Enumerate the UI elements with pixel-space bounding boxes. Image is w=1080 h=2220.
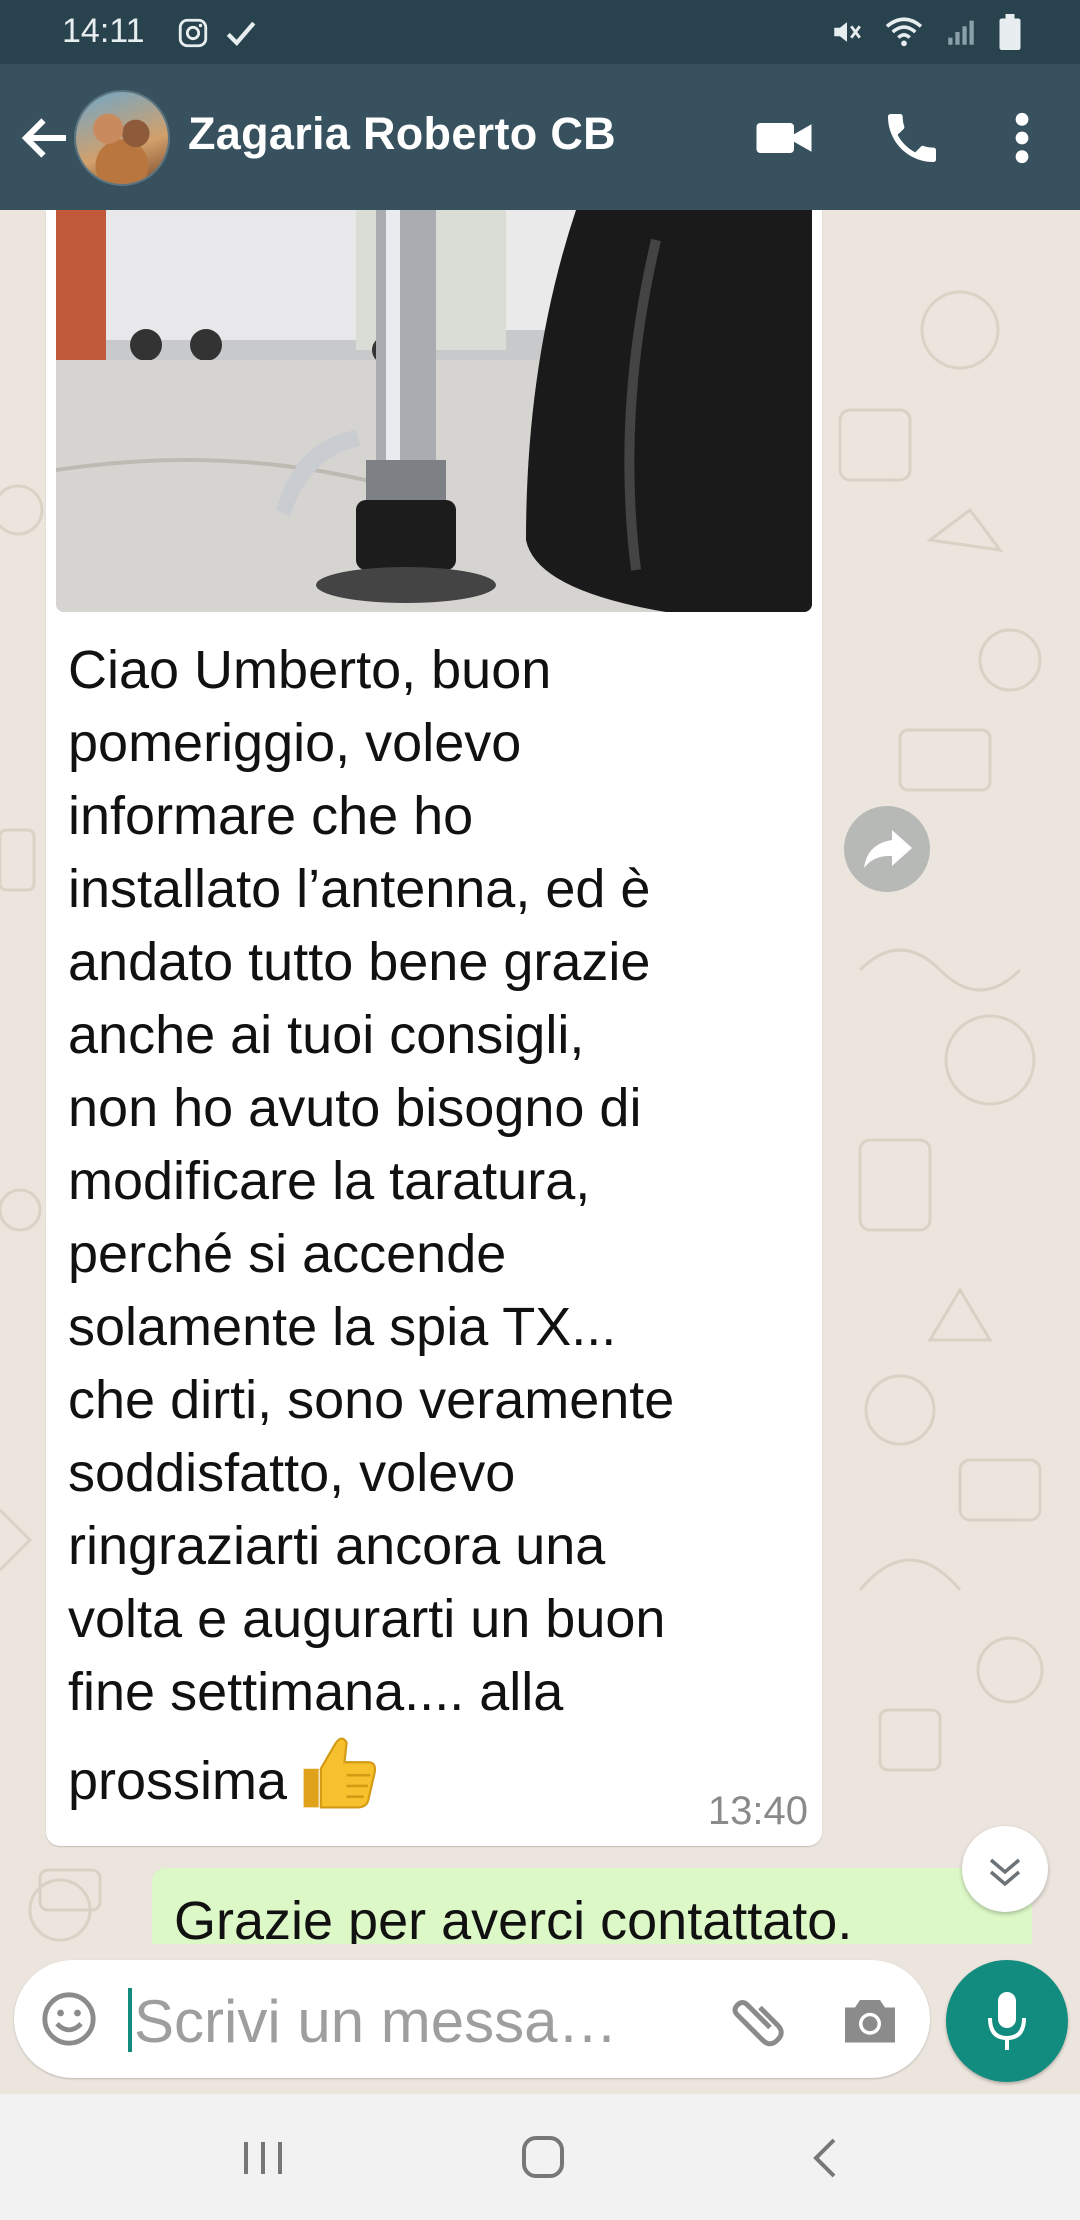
more-vert-icon[interactable] (1000, 106, 1044, 170)
incoming-message-bubble[interactable]: Ciao Umberto, buon pomeriggio, volevo in… (46, 210, 822, 1846)
back-arrow-icon[interactable] (16, 108, 76, 168)
recents-icon[interactable] (238, 2136, 288, 2180)
mic-button[interactable] (946, 1960, 1068, 2082)
phone-icon[interactable] (880, 106, 944, 170)
instagram-icon (178, 18, 208, 48)
incoming-message-text: Ciao Umberto, buon pomeriggio, volevo in… (68, 634, 808, 1818)
status-time: 14:11 (62, 12, 145, 50)
message-input[interactable] (132, 1978, 696, 2064)
forward-icon[interactable] (844, 806, 930, 892)
message-photo[interactable] (56, 210, 812, 612)
check-icon (226, 21, 256, 47)
video-call-icon[interactable] (752, 108, 816, 168)
contact-name[interactable]: Zagaria Roberto CB (188, 108, 616, 160)
emoji-icon[interactable] (40, 1990, 98, 2048)
scroll-down-icon[interactable] (962, 1826, 1048, 1912)
message-timestamp: 13:40 (707, 1789, 808, 1833)
incoming-message-body: Ciao Umberto, buon pomeriggio, volevo in… (68, 640, 675, 1811)
attach-icon[interactable] (730, 1990, 790, 2050)
thumbs-up-emoji (303, 1737, 377, 1809)
avatar[interactable] (74, 90, 170, 186)
system-nav-bar (0, 2094, 1080, 2220)
home-icon[interactable] (518, 2132, 568, 2182)
chat-header: Zagaria Roberto CB (0, 64, 1080, 210)
camera-icon[interactable] (840, 1992, 900, 2048)
composer-bar (0, 1944, 1080, 2094)
chat-area[interactable]: Ciao Umberto, buon pomeriggio, volevo in… (0, 210, 1080, 1960)
status-bar: 14:11 (0, 0, 1080, 64)
battery-icon (999, 14, 1021, 50)
wifi-icon (885, 17, 923, 47)
outgoing-message-text: Grazie per averci contattato. (174, 1891, 853, 1951)
mute-icon (834, 22, 861, 42)
message-composer[interactable] (14, 1960, 930, 2078)
signal-icon (948, 20, 974, 45)
nav-back-icon[interactable] (806, 2134, 846, 2182)
